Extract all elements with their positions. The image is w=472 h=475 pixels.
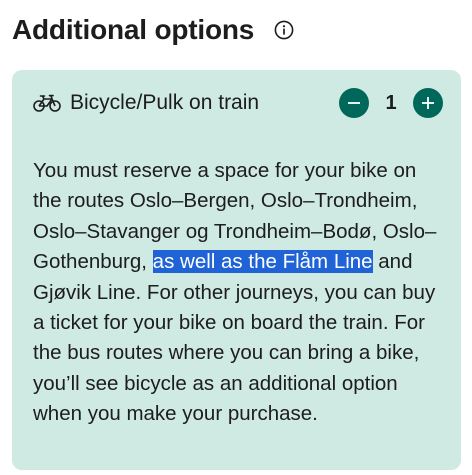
decrement-button[interactable] xyxy=(339,88,369,118)
selected-text[interactable]: as well as the Flåm Line xyxy=(152,250,373,274)
increment-button[interactable] xyxy=(413,88,443,118)
plus-icon xyxy=(422,97,434,109)
option-label: Bicycle/Pulk on train xyxy=(70,91,260,114)
bicycle-icon xyxy=(33,94,61,112)
section-title: Additional options xyxy=(12,14,255,45)
option-row: Bicycle/Pulk on train 1 xyxy=(33,87,443,119)
option-description: You must reserve a space for your bike o… xyxy=(33,156,445,430)
quantity-value: 1 xyxy=(385,91,397,114)
minus-icon xyxy=(348,102,360,104)
section-header: Additional options xyxy=(12,14,294,46)
info-icon[interactable] xyxy=(274,20,294,40)
quantity-stepper: 1 xyxy=(339,88,443,118)
bicycle-option-card: Bicycle/Pulk on train 1 You must reserve… xyxy=(12,70,461,470)
description-text-continued: and Gjøvik Line. For other journeys, you… xyxy=(33,250,436,426)
